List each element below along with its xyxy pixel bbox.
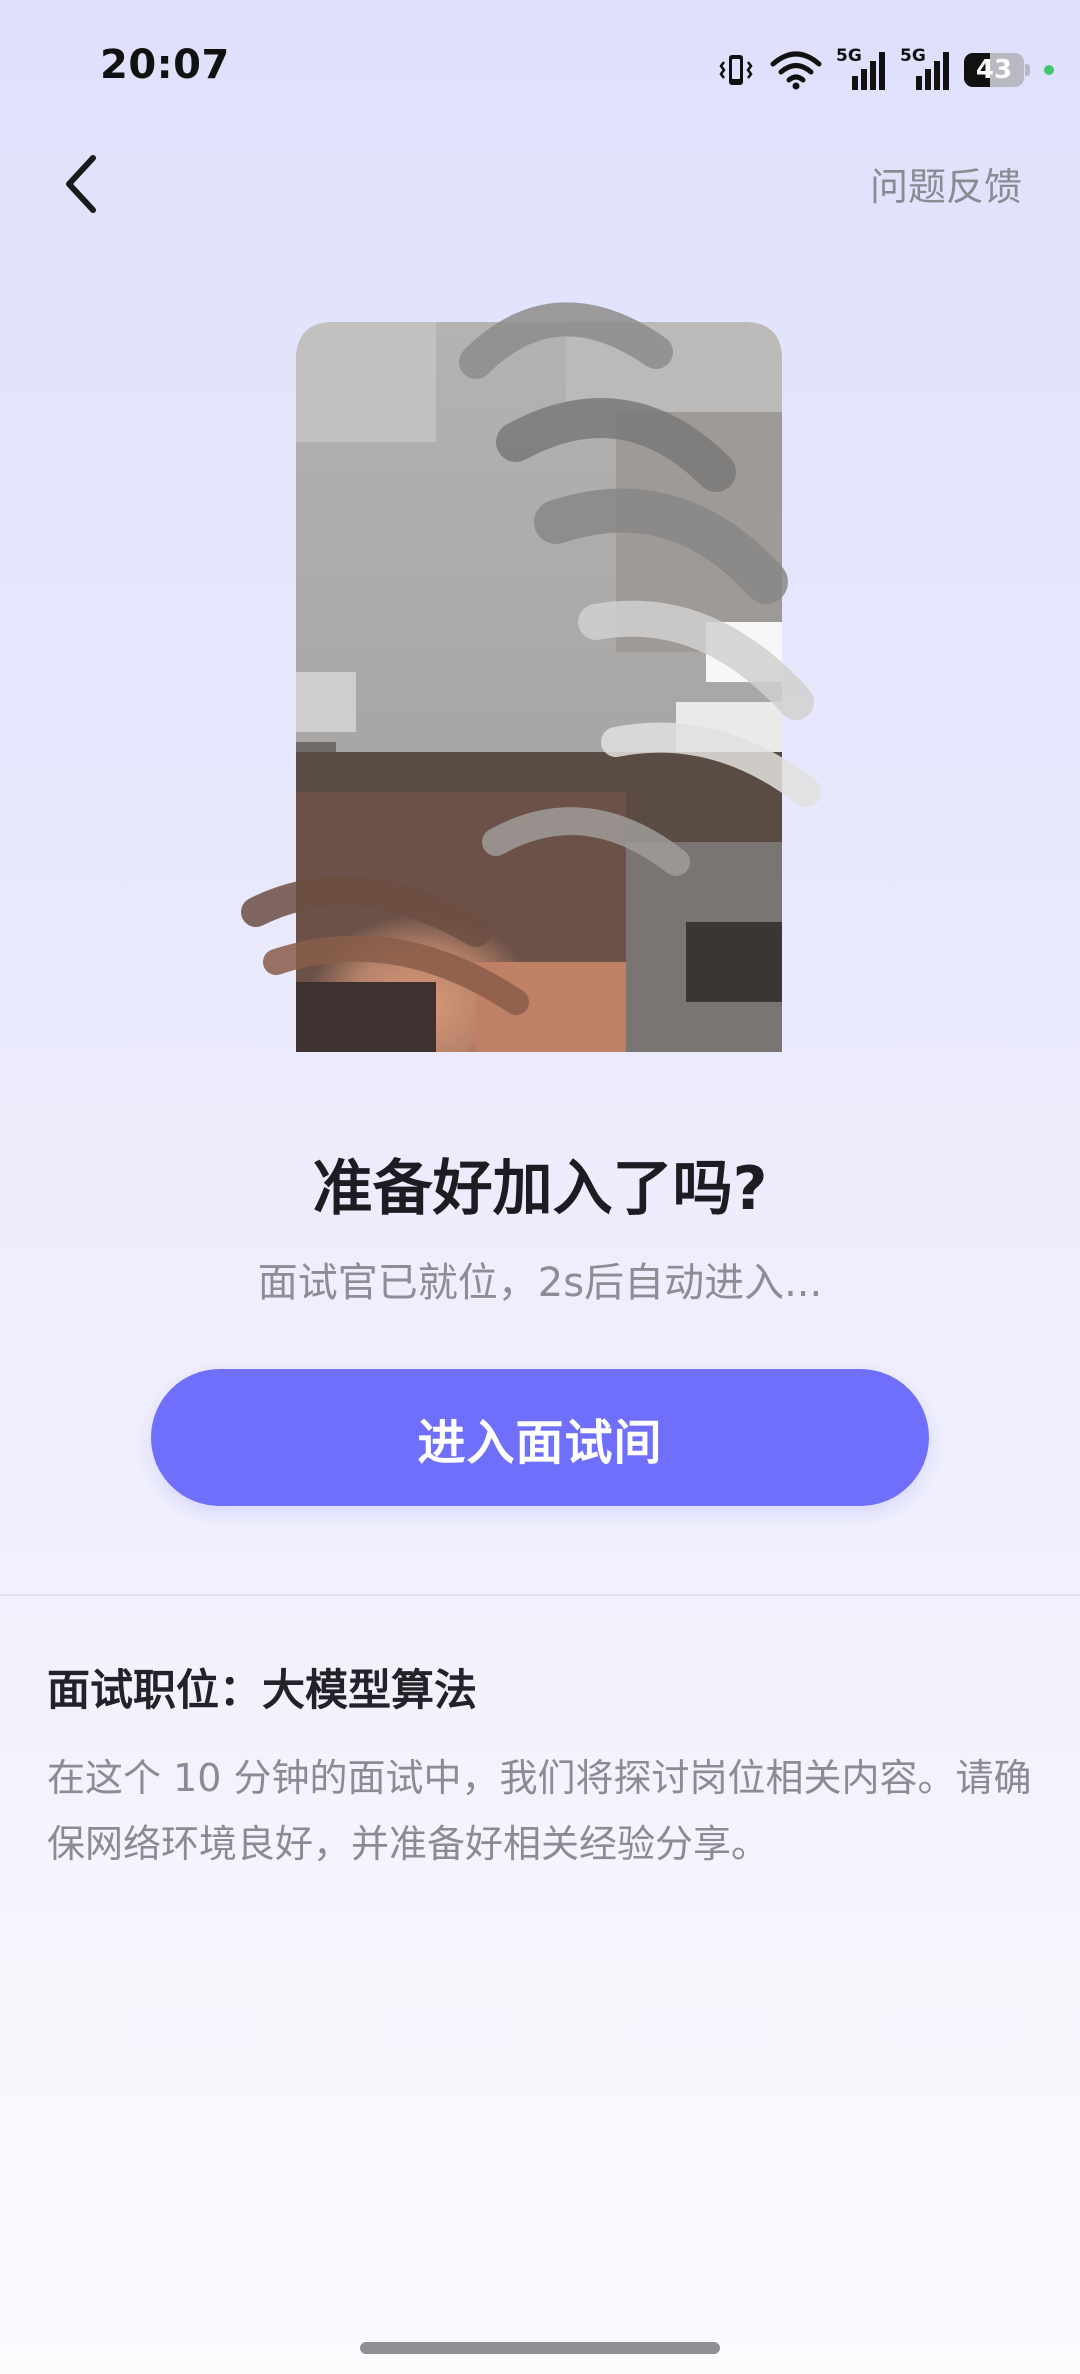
battery-icon: 43: [964, 53, 1030, 87]
vibrate-icon: [719, 55, 753, 85]
home-indicator[interactable]: [360, 2342, 720, 2354]
countdown-subtitle: 面试官已就位，2s后自动进入...: [257, 1260, 823, 1306]
ready-title: 准备好加入了吗?: [312, 1154, 768, 1224]
interview-description: 在这个 10 分钟的面试中，我们将探讨岗位相关内容。请确保网络环境良好，并准备好…: [47, 1756, 1032, 1866]
enter-interview-room-button[interactable]: 进入面试间: [151, 1369, 929, 1506]
privacy-dot-icon: [1044, 65, 1054, 75]
position-value: 大模型算法: [262, 1666, 477, 1716]
status-icons: 5G 5G 43: [716, 48, 1054, 92]
battery-level: 43: [975, 55, 1013, 85]
wifi-icon: [770, 51, 822, 90]
section-divider: [0, 1594, 1080, 1596]
signal-5g-icon: 5G: [900, 48, 950, 92]
signal-5g-icon: 5G: [836, 48, 886, 92]
camera-preview-image: [241, 302, 821, 1052]
position-label: 面试职位：: [47, 1666, 262, 1716]
interview-position: 面试职位： 大模型算法: [47, 1656, 477, 1718]
feedback-link[interactable]: 问题反馈: [870, 156, 1022, 211]
chevron-left-icon: [66, 155, 96, 213]
status-bar: 20:07 5G 5G 43: [0, 0, 1080, 140]
status-time: 20:07: [100, 42, 230, 88]
back-button[interactable]: [48, 145, 112, 223]
